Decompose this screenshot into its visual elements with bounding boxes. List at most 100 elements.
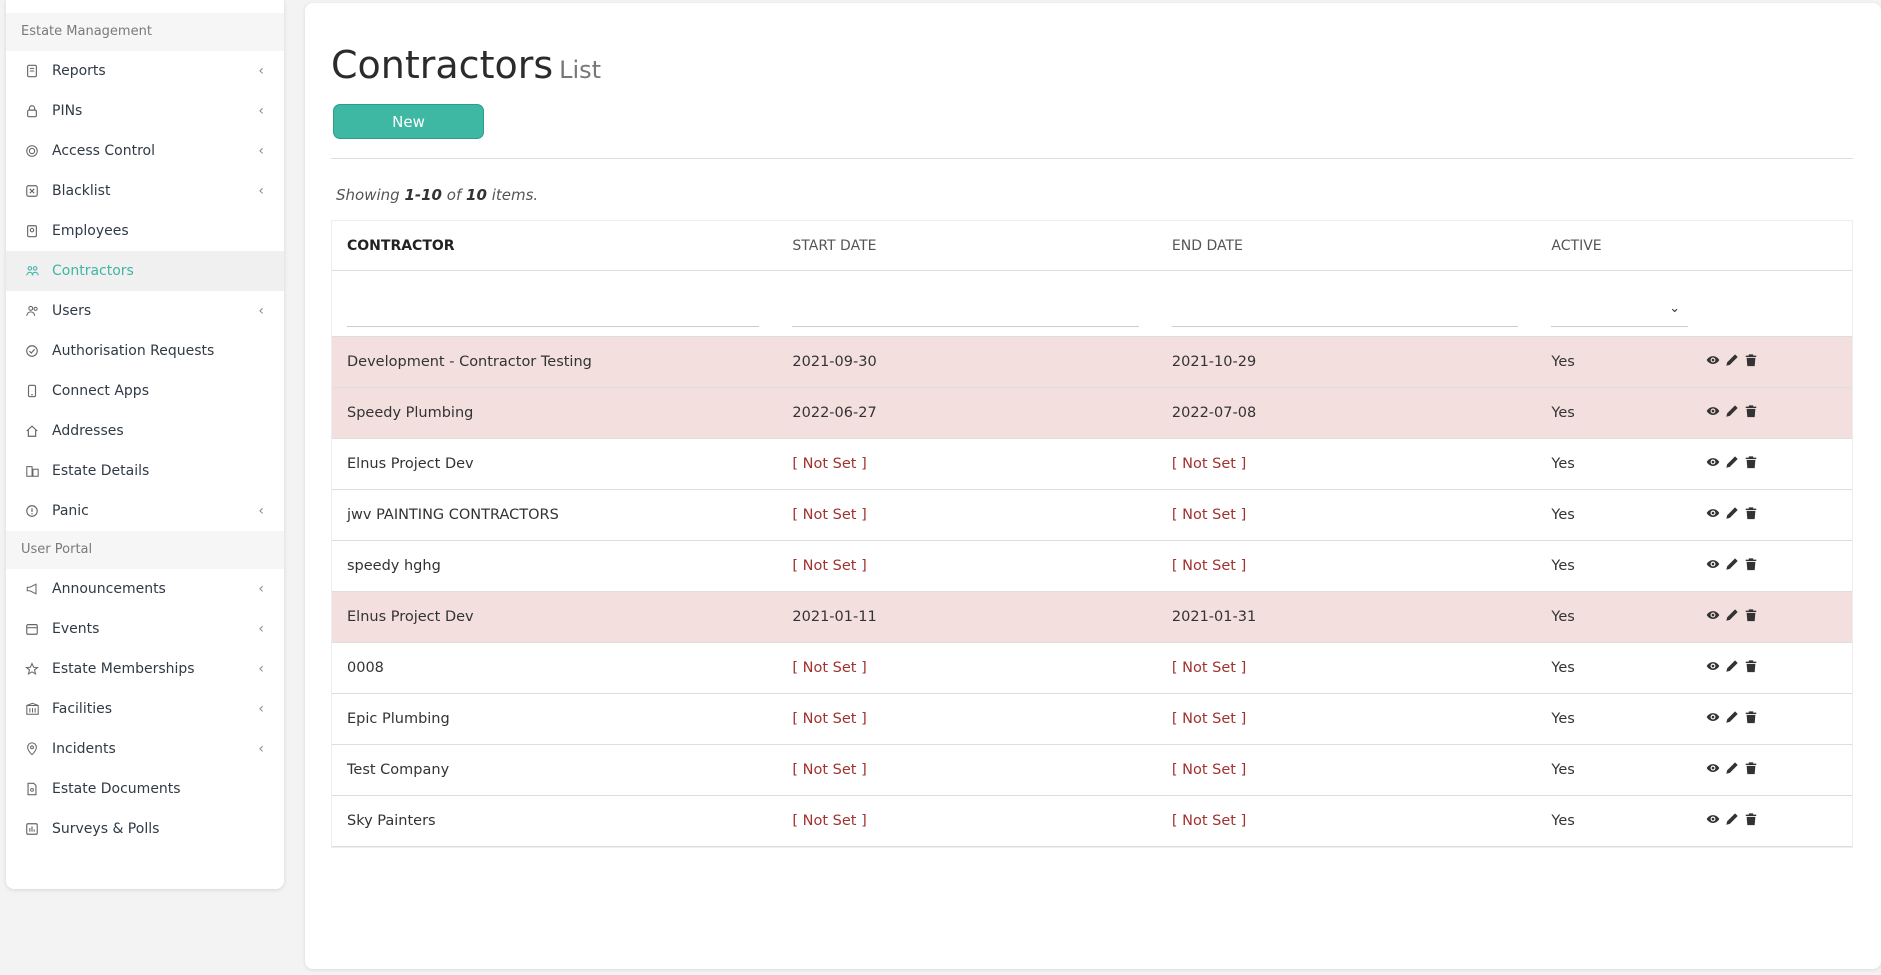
sidebar-item-announcements[interactable]: Announcements ‹ xyxy=(6,569,284,609)
summary-suffix: items. xyxy=(491,186,539,204)
sidebar-item-panic[interactable]: Panic ‹ xyxy=(6,491,284,531)
eye-icon[interactable] xyxy=(1706,659,1720,677)
cell-active: Yes xyxy=(1551,507,1575,523)
sidebar-item-pins[interactable]: PINs ‹ xyxy=(6,91,284,131)
sidebar-item-label: Announcements xyxy=(52,581,166,597)
trash-icon[interactable] xyxy=(1744,404,1758,422)
pencil-icon[interactable] xyxy=(1725,659,1739,677)
pencil-icon[interactable] xyxy=(1725,353,1739,371)
eye-icon[interactable] xyxy=(1706,557,1720,575)
sidebar-item-access-control[interactable]: Access Control ‹ xyxy=(6,131,284,171)
trash-icon[interactable] xyxy=(1744,557,1758,575)
eye-icon[interactable] xyxy=(1706,404,1720,422)
sidebar-item-incidents[interactable]: Incidents ‹ xyxy=(6,729,284,769)
sidebar-item-authorisation-requests[interactable]: Authorisation Requests xyxy=(6,331,284,371)
cell-contractor: Speedy Plumbing xyxy=(347,405,474,421)
summary-range: 1-10 xyxy=(404,186,442,204)
header-contractor[interactable]: CONTRACTOR xyxy=(332,238,777,254)
trash-icon[interactable] xyxy=(1744,506,1758,524)
cell-contractor: Elnus Project Dev xyxy=(347,456,474,472)
calendar-icon xyxy=(24,621,40,637)
summary-text: Showing 1-10 of 10 items. xyxy=(336,186,538,204)
sidebar-item-connect-apps[interactable]: Connect Apps xyxy=(6,371,284,411)
trash-icon[interactable] xyxy=(1744,761,1758,779)
sidebar-item-contractors[interactable]: Contractors xyxy=(6,251,284,291)
pencil-icon[interactable] xyxy=(1725,761,1739,779)
cell-contractor: Sky Painters xyxy=(347,813,436,829)
megaphone-icon xyxy=(24,581,40,597)
filter-active-cell: ⌄ xyxy=(1536,281,1706,327)
filter-active-select[interactable]: ⌄ xyxy=(1551,293,1689,327)
eye-icon[interactable] xyxy=(1706,710,1720,728)
table-row: Sky Painters [ Not Set ] [ Not Set ] Yes xyxy=(332,796,1852,847)
row-actions xyxy=(1706,761,1852,779)
cell-end-date: 2022-07-08 xyxy=(1171,405,1257,421)
trash-icon[interactable] xyxy=(1744,659,1758,677)
table-row: Speedy Plumbing 2022-06-27 2022-07-08 Yes xyxy=(332,388,1852,439)
filter-start-date-input[interactable] xyxy=(792,293,1139,327)
sidebar: Estate Management Reports ‹ PINs ‹ Access Co… xyxy=(6,0,284,889)
sidebar-item-blacklist[interactable]: Blacklist ‹ xyxy=(6,171,284,211)
sidebar-item-label: Surveys & Polls xyxy=(52,821,160,837)
sidebar-item-events[interactable]: Events ‹ xyxy=(6,609,284,649)
building-icon xyxy=(24,463,40,479)
header-start-date[interactable]: START DATE xyxy=(777,238,1157,254)
chevron-left-icon: ‹ xyxy=(258,701,264,717)
trash-icon[interactable] xyxy=(1744,353,1758,371)
eye-icon[interactable] xyxy=(1706,353,1720,371)
table-body: Development - Contractor Testing 2021-09-… xyxy=(332,337,1852,847)
eye-icon[interactable] xyxy=(1706,506,1720,524)
sidebar-item-reports[interactable]: Reports ‹ xyxy=(6,51,284,91)
eye-icon[interactable] xyxy=(1706,608,1720,626)
cell-contractor: speedy hghg xyxy=(347,558,441,574)
sidebar-item-employees[interactable]: Employees xyxy=(6,211,284,251)
location-pin-icon xyxy=(24,741,40,757)
summary-of: of xyxy=(446,186,462,204)
new-button[interactable]: New xyxy=(333,104,484,139)
filter-contractor-input[interactable] xyxy=(347,293,760,327)
row-actions xyxy=(1706,710,1852,728)
row-actions xyxy=(1706,812,1852,830)
sidebar-item-addresses[interactable]: Addresses xyxy=(6,411,284,451)
sidebar-item-estate-details[interactable]: Estate Details xyxy=(6,451,284,491)
pencil-icon[interactable] xyxy=(1725,557,1739,575)
check-circle-icon xyxy=(24,343,40,359)
sidebar-item-users[interactable]: Users ‹ xyxy=(6,291,284,331)
pencil-icon[interactable] xyxy=(1725,710,1739,728)
trash-icon[interactable] xyxy=(1744,710,1758,728)
pencil-icon[interactable] xyxy=(1725,404,1739,422)
cell-active: Yes xyxy=(1551,660,1575,676)
row-actions xyxy=(1706,353,1852,371)
sidebar-item-estate-documents[interactable]: Estate Documents xyxy=(6,769,284,809)
filter-end-date-input[interactable] xyxy=(1171,293,1519,327)
pencil-icon[interactable] xyxy=(1725,455,1739,473)
cell-start-date: 2022-06-27 xyxy=(792,405,877,421)
chevron-left-icon: ‹ xyxy=(258,183,264,199)
cell-end-date: 2021-10-29 xyxy=(1171,354,1257,370)
trash-icon[interactable] xyxy=(1744,455,1758,473)
sidebar-item-estate-memberships[interactable]: Estate Memberships ‹ xyxy=(6,649,284,689)
pencil-icon[interactable] xyxy=(1725,608,1739,626)
table-row: Epic Plumbing [ Not Set ] [ Not Set ] Yes xyxy=(332,694,1852,745)
cell-start-date: [ Not Set ] xyxy=(792,507,867,523)
eye-icon[interactable] xyxy=(1706,812,1720,830)
header-end-date[interactable]: END DATE xyxy=(1157,238,1537,254)
cell-start-date: [ Not Set ] xyxy=(792,813,867,829)
trash-icon[interactable] xyxy=(1744,812,1758,830)
chevron-left-icon: ‹ xyxy=(258,503,264,519)
sidebar-item-surveys-and-polls[interactable]: Surveys & Polls xyxy=(6,809,284,849)
cell-active: Yes xyxy=(1551,354,1575,370)
header-active[interactable]: ACTIVE xyxy=(1536,238,1706,254)
cell-active: Yes xyxy=(1551,558,1575,574)
trash-icon[interactable] xyxy=(1744,608,1758,626)
sidebar-item-label: Addresses xyxy=(52,423,124,439)
eye-icon[interactable] xyxy=(1706,455,1720,473)
pencil-icon[interactable] xyxy=(1725,812,1739,830)
sidebar-item-facilities[interactable]: Facilities ‹ xyxy=(6,689,284,729)
cell-active: Yes xyxy=(1551,813,1575,829)
chevron-left-icon: ‹ xyxy=(258,63,264,79)
section-heading-user-portal: User Portal xyxy=(6,531,284,569)
cell-contractor: Elnus Project Dev xyxy=(347,609,474,625)
pencil-icon[interactable] xyxy=(1725,506,1739,524)
eye-icon[interactable] xyxy=(1706,761,1720,779)
